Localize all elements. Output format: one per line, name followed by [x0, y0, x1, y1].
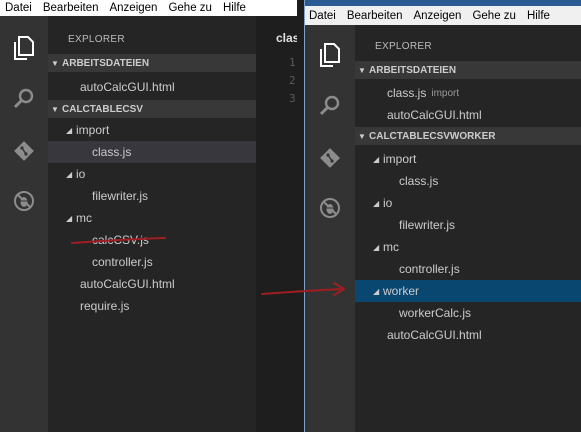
caret-down-icon: ▼ [358, 131, 366, 141]
explorer-sidebar: EXPLORER ▼ ARBEITSDATEIEN autoCalcGUI.ht… [48, 16, 256, 432]
open-editors-header[interactable]: ▼ ARBEITSDATEIEN [48, 54, 256, 72]
tree-file-class[interactable]: class.js [48, 141, 256, 163]
menu-bearbeiten[interactable]: Bearbeiten [342, 10, 409, 22]
open-editors-label: ARBEITSDATEIEN [369, 64, 457, 76]
caret-down-icon: ◢ [66, 125, 73, 135]
caret-down-icon: ◢ [373, 242, 380, 252]
open-editors-label: ARBEITSDATEIEN [62, 57, 150, 69]
tree-file-controller[interactable]: controller.js [355, 258, 581, 280]
project-header[interactable]: ▼ CALCTABLECSVWORKER [355, 127, 581, 145]
tree-folder-io[interactable]: ◢ io [48, 163, 256, 185]
caret-down-icon: ◢ [373, 198, 380, 208]
caret-down-icon: ◢ [373, 286, 380, 296]
tree-label: controller.js [399, 262, 460, 276]
open-editor-label: autoCalcGUI.html [80, 80, 175, 94]
tree-file-autocalcgui[interactable]: autoCalcGUI.html [355, 324, 581, 346]
files-icon[interactable] [304, 35, 355, 75]
tree-label: io [383, 196, 393, 210]
debug-icon[interactable] [0, 181, 48, 221]
tree-label: class.js [399, 174, 439, 188]
tree-label: filewriter.js [399, 218, 456, 232]
line-number: 3 [289, 92, 296, 105]
open-editor-label: autoCalcGUI.html [387, 108, 482, 122]
project-label: CALCTABLECSV [62, 103, 143, 115]
editor-tab[interactable]: clas [276, 31, 297, 45]
tree-label: controller.js [92, 255, 153, 269]
menu-gehe-zu[interactable]: Gehe zu [467, 10, 521, 22]
tree-file-controller[interactable]: controller.js [48, 251, 256, 273]
activity-bar [0, 16, 48, 432]
tree-file-class[interactable]: class.js [355, 170, 581, 192]
tree-file-filewriter[interactable]: filewriter.js [48, 185, 256, 207]
menu-hilfe[interactable]: Hilfe [218, 2, 252, 14]
menu-datei[interactable]: Datei [304, 10, 342, 22]
project-label: CALCTABLECSVWORKER [369, 130, 496, 142]
tree-folder-io[interactable]: ◢ io [355, 192, 581, 214]
explorer-sidebar: EXPLORER ▼ ARBEITSDATEIEN class.js impor… [355, 25, 581, 432]
tree-file-calccsv[interactable]: calcCSV.js [48, 229, 256, 251]
tree-label: autoCalcGUI.html [80, 277, 175, 291]
tree-folder-mc[interactable]: ◢ mc [355, 236, 581, 258]
tree-label: class.js [92, 145, 132, 159]
tree-folder-mc[interactable]: ◢ mc [48, 207, 256, 229]
tree-label: require.js [80, 299, 130, 313]
caret-down-icon: ▼ [51, 58, 59, 68]
tree-label: workerCalc.js [399, 306, 472, 320]
tree-folder-import[interactable]: ◢ import [48, 119, 256, 141]
tree-label: import [383, 152, 417, 166]
explorer-title: EXPLORER [68, 34, 125, 45]
right-window: Datei Bearbeiten Anzeigen Gehe zu Hilfe … [304, 0, 581, 432]
editor-area[interactable]: clas 1 2 3 [256, 16, 297, 432]
tree-file-workercalc[interactable]: workerCalc.js [355, 302, 581, 324]
search-icon[interactable] [304, 85, 355, 125]
debug-icon[interactable] [304, 188, 355, 228]
search-icon[interactable] [0, 78, 48, 118]
activity-bar [304, 25, 355, 432]
tree-file-filewriter[interactable]: filewriter.js [355, 214, 581, 236]
tree-label: mc [383, 240, 399, 254]
menu-bearbeiten[interactable]: Bearbeiten [38, 2, 105, 14]
menu-anzeigen[interactable]: Anzeigen [104, 2, 163, 14]
tree-label: worker [383, 284, 420, 298]
left-window: Datei Bearbeiten Anzeigen Gehe zu Hilfe … [0, 0, 297, 432]
open-editor-item[interactable]: autoCalcGUI.html [355, 104, 581, 126]
tree-label: calcCSV.js [92, 233, 149, 247]
window-gap [297, 0, 304, 432]
explorer-title: EXPLORER [375, 41, 432, 52]
menu-hilfe[interactable]: Hilfe [522, 10, 556, 22]
tree-label: autoCalcGUI.html [387, 328, 482, 342]
git-icon[interactable] [304, 138, 355, 178]
caret-down-icon: ◢ [66, 169, 73, 179]
caret-down-icon: ◢ [66, 213, 73, 223]
tree-label: import [76, 123, 110, 137]
line-number: 2 [289, 74, 296, 87]
tree-folder-import[interactable]: ◢ import [355, 148, 581, 170]
menu-bar: Datei Bearbeiten Anzeigen Gehe zu Hilfe [304, 6, 581, 25]
open-editors-header[interactable]: ▼ ARBEITSDATEIEN [355, 61, 581, 79]
tree-label: filewriter.js [92, 189, 149, 203]
files-icon[interactable] [0, 28, 48, 68]
tree-label: mc [76, 211, 92, 225]
open-editor-hint: import [431, 87, 460, 99]
caret-down-icon: ▼ [51, 104, 59, 114]
menu-bar: Datei Bearbeiten Anzeigen Gehe zu Hilfe [0, 0, 297, 16]
tree-label: io [76, 167, 86, 181]
tree-folder-worker[interactable]: ◢ worker [355, 280, 581, 302]
tree-file-require[interactable]: require.js [48, 295, 256, 317]
open-editor-label: class.js [387, 86, 427, 100]
menu-gehe-zu[interactable]: Gehe zu [163, 2, 217, 14]
tree-file-autocalcgui[interactable]: autoCalcGUI.html [48, 273, 256, 295]
menu-datei[interactable]: Datei [0, 2, 38, 14]
git-icon[interactable] [0, 131, 48, 171]
open-editor-item[interactable]: class.js import [355, 82, 581, 104]
menu-anzeigen[interactable]: Anzeigen [408, 10, 467, 22]
project-header[interactable]: ▼ CALCTABLECSV [48, 100, 256, 118]
line-number: 1 [289, 56, 296, 69]
caret-down-icon: ◢ [373, 154, 380, 164]
open-editor-item[interactable]: autoCalcGUI.html [48, 76, 256, 98]
caret-down-icon: ▼ [358, 65, 366, 75]
